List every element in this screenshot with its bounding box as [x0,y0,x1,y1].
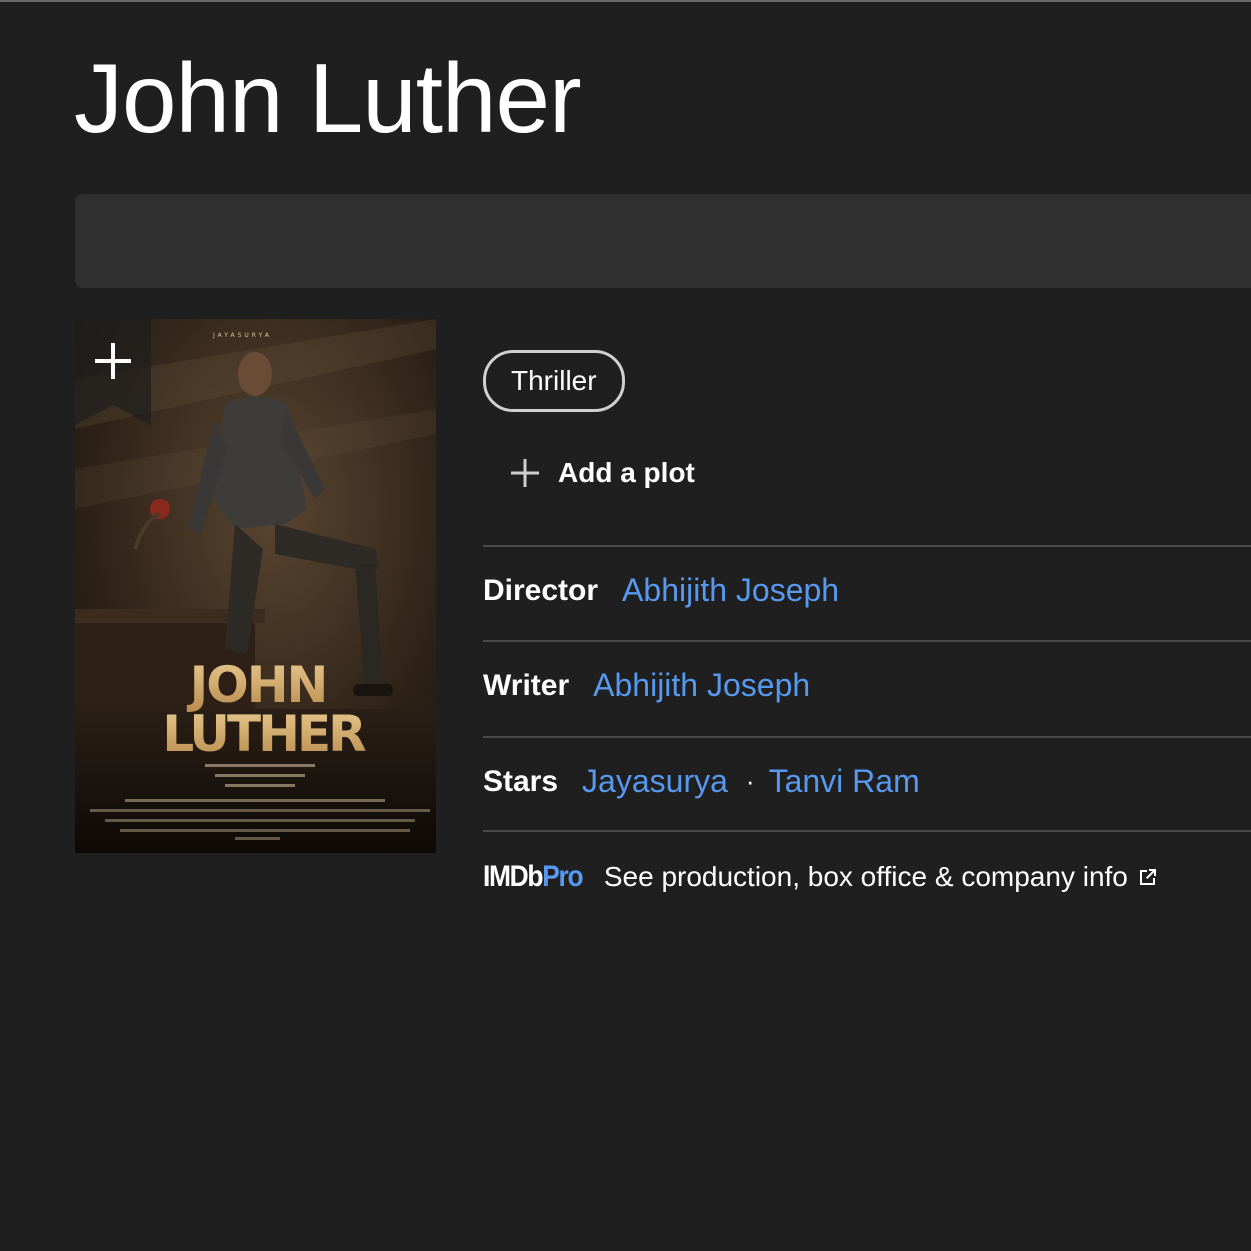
add-plot-button[interactable]: Add a plot [510,457,695,489]
page-title: John Luther [74,43,582,153]
divider [483,830,1251,832]
star-link[interactable]: Tanvi Ram [769,763,920,800]
imdbpro-logo: IMDbPro [483,860,584,894]
writer-label: Writer [483,668,570,702]
divider [483,736,1251,738]
imdbpro-logo-pro: Pro [542,860,583,893]
top-border [0,0,1251,2]
writer-link[interactable]: Abhijith Joseph [593,667,810,704]
add-plot-label: Add a plot [558,457,695,488]
divider [483,545,1251,547]
divider [483,640,1251,642]
credit-row-writer: Writer Abhijith Joseph [483,667,810,704]
stars-label: Stars [483,764,559,798]
title-page: John Luther JAYASURYA JOHN LUTHER Thrill… [0,0,1251,1251]
plus-icon [511,459,539,487]
imdbpro-text[interactable]: See production, box office & company inf… [604,861,1128,893]
imdbpro-logo-imdb: IMDb [483,860,544,893]
director-link[interactable]: Abhijith Joseph [622,572,839,609]
poster-top-credit: JAYASURYA [212,332,272,339]
director-label: Director [483,573,599,607]
poster-title-line2: LUTHER [162,705,366,763]
external-link-icon [1139,869,1156,885]
watchlist-ribbon-shape [75,319,151,425]
star-link[interactable]: Jayasurya [582,763,728,800]
separator-dot: · [745,766,755,796]
add-to-watchlist-button[interactable] [75,319,151,425]
credit-row-director: Director Abhijith Joseph [483,572,839,609]
genre-chip-thriller[interactable]: Thriller [483,350,625,412]
imdbpro-link[interactable]: IMDbPro See production, box office & com… [483,860,1158,894]
credit-row-stars: Stars Jayasurya · Tanvi Ram [483,763,920,800]
media-strip [75,194,1251,288]
